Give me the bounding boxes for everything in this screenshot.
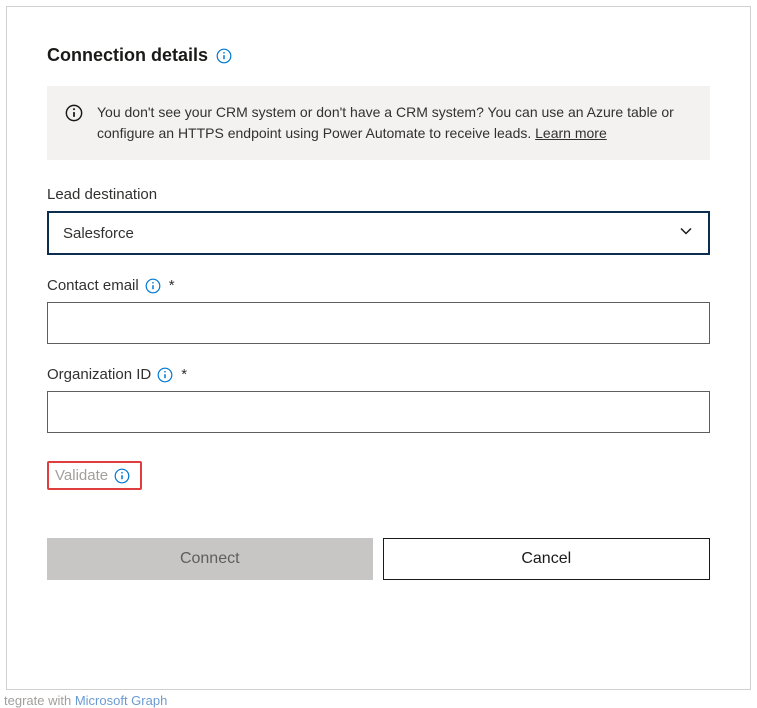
learn-more-link[interactable]: Learn more bbox=[535, 125, 607, 141]
info-message-bar: You don't see your CRM system or don't h… bbox=[47, 86, 710, 160]
footer-fragment: tegrate with Microsoft Graph bbox=[4, 693, 167, 708]
connection-details-panel: Connection details You don't see your CR… bbox=[6, 6, 751, 690]
organization-id-label: Organization ID bbox=[47, 366, 151, 383]
lead-destination-label: Lead destination bbox=[47, 186, 157, 203]
footer-gray: tegrate with bbox=[4, 693, 75, 708]
organization-id-field: Organization ID * bbox=[47, 366, 710, 433]
panel-heading: Connection details bbox=[47, 45, 710, 66]
field-label: Organization ID * bbox=[47, 366, 710, 383]
connect-button[interactable]: Connect bbox=[47, 538, 373, 580]
required-marker: * bbox=[181, 366, 187, 383]
lead-destination-value: Salesforce bbox=[63, 225, 134, 242]
validate-highlight: Validate bbox=[47, 461, 142, 490]
lead-destination-field: Lead destination Salesforce bbox=[47, 186, 710, 255]
lead-destination-select[interactable]: Salesforce bbox=[47, 211, 710, 255]
field-label: Contact email * bbox=[47, 277, 710, 294]
info-icon[interactable] bbox=[216, 48, 232, 64]
cancel-button[interactable]: Cancel bbox=[383, 538, 711, 580]
footer-blue: Microsoft Graph bbox=[75, 693, 167, 708]
contact-email-field: Contact email * bbox=[47, 277, 710, 344]
validate-link[interactable]: Validate bbox=[55, 467, 108, 484]
heading-text: Connection details bbox=[47, 45, 208, 66]
info-icon[interactable] bbox=[114, 468, 130, 484]
required-marker: * bbox=[169, 277, 175, 294]
info-icon[interactable] bbox=[145, 278, 161, 294]
info-icon bbox=[65, 104, 83, 144]
message-text: You don't see your CRM system or don't h… bbox=[97, 102, 692, 144]
button-row: Connect Cancel bbox=[47, 538, 710, 580]
contact-email-input[interactable] bbox=[47, 302, 710, 344]
field-label: Lead destination bbox=[47, 186, 710, 203]
chevron-down-icon bbox=[678, 223, 694, 243]
info-icon[interactable] bbox=[157, 367, 173, 383]
contact-email-label: Contact email bbox=[47, 277, 139, 294]
organization-id-input[interactable] bbox=[47, 391, 710, 433]
